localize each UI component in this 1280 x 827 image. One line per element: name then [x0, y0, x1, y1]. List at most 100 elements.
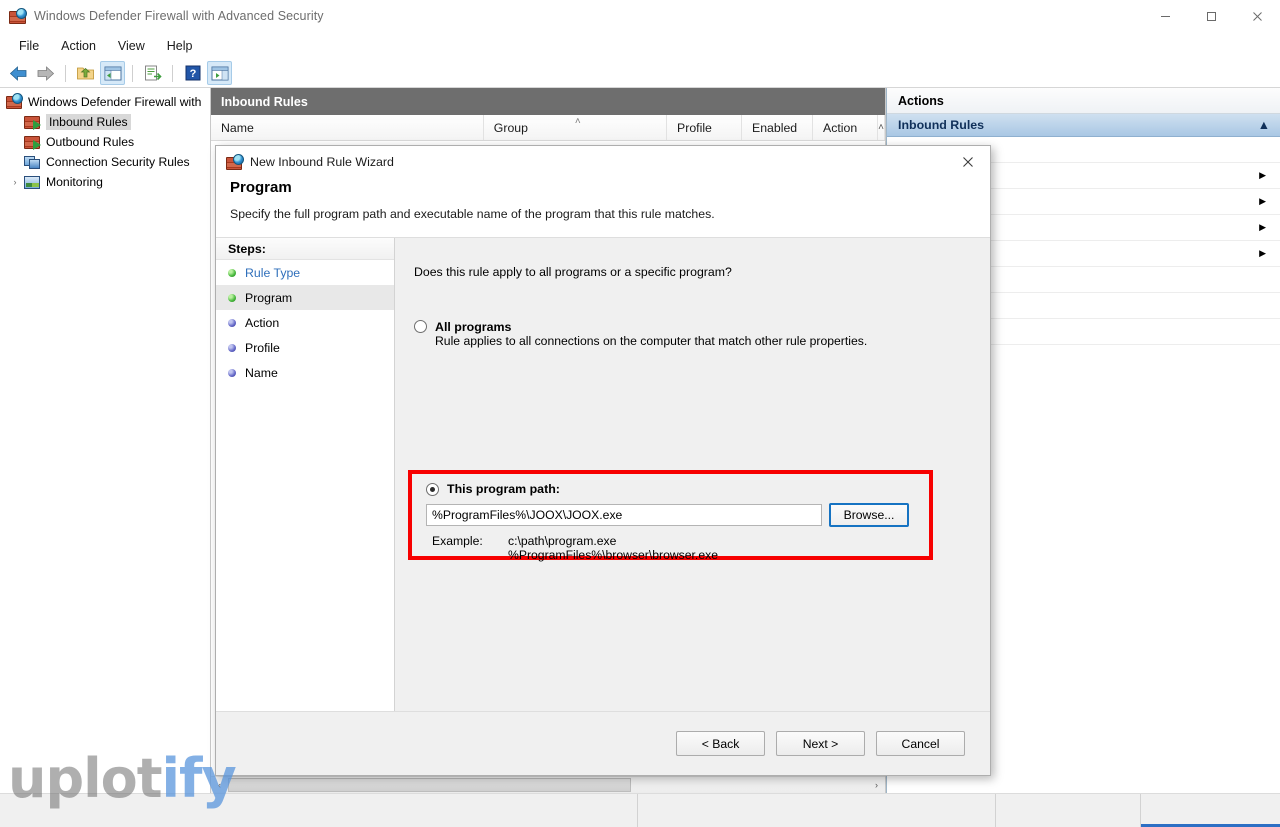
wizard-step-program[interactable]: Program	[216, 285, 394, 310]
scrollbar-track[interactable]	[228, 777, 868, 794]
actions-pane-title: Actions	[887, 88, 1280, 114]
title-bar: Windows Defender Firewall with Advanced …	[0, 0, 1280, 33]
export-list-icon[interactable]	[140, 61, 165, 85]
tree-item-outbound-rules[interactable]: Outbound Rules	[0, 132, 210, 152]
toolbar: ?	[0, 59, 1280, 88]
dialog-body: Steps: Rule Type Program Action Profile …	[216, 237, 990, 711]
column-label: Action	[823, 120, 858, 135]
browse-button[interactable]: Browse...	[829, 503, 909, 527]
status-cell	[1141, 794, 1280, 827]
chevron-up-icon[interactable]: ▲	[1258, 118, 1270, 132]
program-path-input[interactable]: %ProgramFiles%\JOOX\JOOX.exe	[426, 504, 822, 526]
up-one-level-icon[interactable]	[73, 61, 98, 85]
forward-arrow-icon[interactable]	[33, 61, 58, 85]
tree-item-inbound-rules[interactable]: Inbound Rules	[0, 112, 210, 132]
next-button[interactable]: Next >	[776, 731, 865, 756]
column-header-profile[interactable]: Profile	[667, 115, 742, 140]
tree-item-firewall-root[interactable]: Windows Defender Firewall with	[0, 92, 210, 112]
firewall-brick-icon	[9, 7, 27, 25]
tree-item-monitoring[interactable]: › Monitoring	[0, 172, 210, 192]
column-label: Group	[493, 120, 528, 135]
toolbar-separator	[65, 64, 66, 82]
wizard-steps: Steps: Rule Type Program Action Profile …	[216, 238, 395, 711]
scroll-left-icon[interactable]: ‹	[211, 780, 228, 790]
column-scroll-marker: ˄	[878, 115, 885, 140]
connection-security-icon	[24, 155, 41, 170]
chevron-right-icon[interactable]: ›	[8, 177, 22, 187]
close-button[interactable]	[1234, 0, 1280, 33]
column-header-group[interactable]: Group ˄	[483, 115, 668, 140]
step-label: Name	[245, 365, 278, 380]
menu-file[interactable]: File	[8, 36, 50, 56]
submenu-arrow-icon: ▶	[1259, 170, 1266, 180]
radio-this-program-path[interactable]	[426, 483, 439, 496]
dialog-title: New Inbound Rule Wizard	[250, 154, 394, 169]
column-header-name[interactable]: Name	[211, 115, 484, 140]
show-console-tree-icon[interactable]	[100, 61, 125, 85]
steps-title: Steps:	[216, 238, 394, 260]
column-header-enabled[interactable]: Enabled	[742, 115, 814, 140]
menu-view[interactable]: View	[107, 36, 156, 56]
dialog-close-button[interactable]	[945, 146, 990, 177]
step-label: Action	[245, 315, 280, 330]
svg-text:?: ?	[189, 68, 196, 80]
maximize-button[interactable]	[1188, 0, 1234, 33]
new-inbound-rule-wizard-dialog: New Inbound Rule Wizard Program Specify …	[215, 145, 991, 776]
column-label: Profile	[677, 120, 712, 135]
menu-action[interactable]: Action	[50, 36, 107, 56]
list-column-headers: Name Group ˄ Profile Enabled Action ˄	[211, 115, 885, 141]
question-text: Does this rule apply to all programs or …	[414, 265, 732, 279]
firewall-brick-icon	[6, 92, 23, 110]
program-page-panel: Does this rule apply to all programs or …	[395, 238, 990, 711]
wizard-step-profile[interactable]: Profile	[216, 335, 394, 360]
back-arrow-icon[interactable]	[6, 61, 31, 85]
inbound-rules-icon	[24, 115, 41, 130]
option-this-program-path[interactable]: This program path:	[426, 483, 560, 496]
back-button[interactable]: < Back	[676, 731, 765, 756]
option-description: Rule applies to all connections on the c…	[435, 334, 868, 348]
program-path-value: %ProgramFiles%\JOOX\JOOX.exe	[432, 508, 623, 522]
tree-item-label: Inbound Rules	[46, 114, 131, 130]
help-icon[interactable]: ?	[180, 61, 205, 85]
status-cell	[0, 794, 638, 827]
column-header-action[interactable]: Action	[813, 115, 879, 140]
example-label: Example:	[432, 534, 483, 548]
status-bar	[0, 793, 1280, 827]
step-status-dot-icon	[228, 293, 236, 302]
dialog-footer: < Back Next > Cancel	[216, 711, 990, 775]
sort-ascending-icon: ˄	[574, 116, 581, 127]
tree-item-label: Outbound Rules	[46, 135, 135, 149]
actions-section-label: Inbound Rules	[898, 118, 985, 132]
step-status-dot-icon	[228, 268, 236, 277]
step-status-dot-icon	[228, 343, 236, 352]
console-tree: Windows Defender Firewall with Inbound R…	[0, 88, 211, 793]
example-value-2: %ProgramFiles%\browser\browser.exe	[508, 548, 718, 562]
status-cell	[638, 794, 996, 827]
scrollbar-thumb[interactable]	[228, 777, 632, 792]
step-label: Program	[245, 290, 293, 305]
column-label: Name	[221, 120, 254, 135]
tree-item-label: Monitoring	[46, 175, 103, 189]
horizontal-scrollbar[interactable]: ‹ ›	[211, 776, 885, 793]
menu-bar: File Action View Help	[0, 33, 1280, 59]
page-subtitle: Specify the full program path and execut…	[230, 207, 715, 221]
scroll-right-icon[interactable]: ›	[868, 780, 885, 790]
wizard-step-action[interactable]: Action	[216, 310, 394, 335]
wizard-step-rule-type[interactable]: Rule Type	[216, 260, 394, 285]
menu-help[interactable]: Help	[156, 36, 204, 56]
submenu-arrow-icon: ▶	[1259, 196, 1266, 206]
tree-item-connection-security-rules[interactable]: Connection Security Rules	[0, 152, 210, 172]
option-all-programs[interactable]: All programs Rule applies to all connect…	[414, 320, 884, 348]
tree-item-label: Connection Security Rules	[46, 155, 190, 169]
window-controls	[1142, 0, 1280, 33]
cancel-button[interactable]: Cancel	[876, 731, 965, 756]
minimize-button[interactable]	[1142, 0, 1188, 33]
wizard-step-name[interactable]: Name	[216, 360, 394, 385]
option-title: All programs	[435, 320, 512, 334]
radio-all-programs[interactable]	[414, 320, 427, 333]
dialog-header: Program Specify the full program path an…	[216, 177, 990, 237]
window-title: Windows Defender Firewall with Advanced …	[34, 9, 324, 23]
status-cell	[996, 794, 1141, 827]
actions-section-inbound-rules[interactable]: Inbound Rules ▲	[887, 114, 1280, 137]
show-action-pane-icon[interactable]	[207, 61, 232, 85]
